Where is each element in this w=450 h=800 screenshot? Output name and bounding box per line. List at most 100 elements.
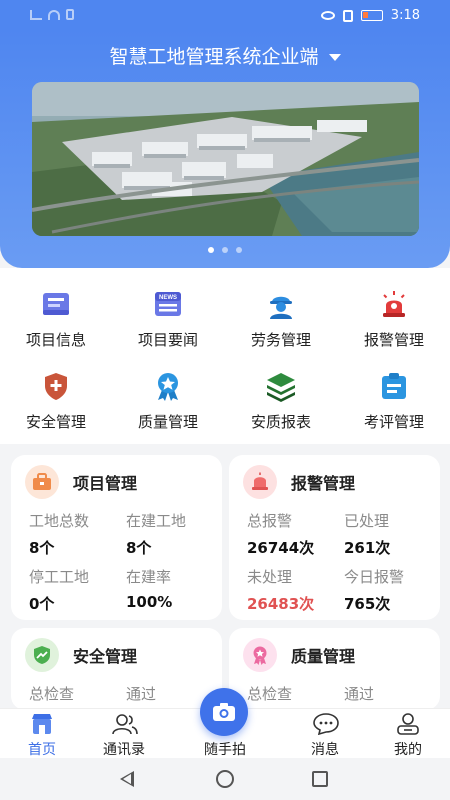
status-bar: 3:18 (0, 0, 450, 30)
sim-icon (66, 9, 74, 20)
stat-label: 通过 (126, 685, 157, 703)
award-icon (243, 638, 277, 672)
quality-management-card[interactable]: 质量管理 总检查 通过 (229, 628, 440, 710)
news-icon: NEWS (152, 288, 184, 320)
stat-active-rate: 在建率 100% (126, 566, 172, 611)
stat-label: 停工工地 (29, 568, 90, 586)
system-navigation-bar (0, 758, 450, 800)
stat-label: 总检查 (247, 685, 293, 703)
stat-stopped-sites: 停工工地 0个 (29, 566, 89, 614)
menu-label: 安质报表 (250, 413, 311, 431)
stat-total-checks: 总检查 (29, 683, 74, 704)
card-header: 质量管理 (243, 638, 355, 672)
stat-handled-alarms: 已处理 261次 (344, 510, 390, 558)
user-profile-icon (396, 713, 420, 735)
menu-item-labor[interactable]: 劳务管理 (225, 288, 337, 350)
banner-carousel[interactable] (32, 82, 419, 236)
menu-label: 安全管理 (25, 413, 86, 431)
safety-shield-icon (40, 370, 72, 402)
status-time: 3:18 (390, 8, 420, 23)
home-store-icon (30, 713, 54, 735)
stat-label: 在建率 (126, 568, 172, 586)
stat-total-alarms: 总报警 26744次 (247, 510, 314, 558)
safety-management-card[interactable]: 安全管理 总检查 通过 (11, 628, 222, 710)
menu-label: 项目要闻 (137, 331, 198, 349)
menu-item-evaluation[interactable]: 考评管理 (338, 370, 450, 432)
project-management-card[interactable]: 项目管理 工地总数 8个 在建工地 8个 停工工地 0个 在建率 100% (11, 455, 222, 620)
tab-contacts[interactable]: 通讯录 (84, 713, 164, 759)
menu-label: 劳务管理 (250, 331, 311, 349)
alarm-icon (378, 288, 410, 320)
stat-passed: 通过 (344, 683, 374, 704)
carousel-dot[interactable] (222, 247, 228, 253)
tab-label: 消息 (311, 742, 339, 758)
construction-site-aerial-image (32, 82, 419, 236)
carousel-indicator (0, 247, 450, 253)
quality-medal-icon (152, 370, 184, 402)
stat-active-sites: 在建工地 8个 (126, 510, 186, 558)
stat-label: 工地总数 (29, 512, 90, 530)
vibrate-icon (342, 9, 353, 22)
contacts-icon (112, 713, 138, 735)
card-header: 安全管理 (25, 638, 137, 672)
card-title: 质量管理 (291, 647, 356, 666)
stat-label: 通过 (344, 685, 375, 703)
menu-label: 考评管理 (363, 413, 424, 431)
briefcase-icon (25, 465, 59, 499)
signal-icon (30, 9, 42, 20)
tab-label: 首页 (28, 742, 56, 758)
worker-icon (265, 288, 297, 320)
tab-quick-photo-label[interactable]: 随手拍 (184, 739, 266, 759)
menu-item-project-news[interactable]: NEWS 项目要闻 (112, 288, 224, 350)
stat-label: 总检查 (29, 685, 75, 703)
stat-today-alarms: 今日报警 765次 (344, 566, 404, 614)
quick-photo-button[interactable] (200, 688, 248, 736)
menu-label: 项目信息 (25, 331, 86, 349)
stat-value: 26483次 (247, 595, 315, 613)
carousel-dot[interactable] (208, 247, 214, 253)
stat-label: 未处理 (247, 568, 293, 586)
page-title: 智慧工地管理系统企业端 (109, 46, 319, 68)
card-title: 报警管理 (291, 474, 356, 493)
card-header: 报警管理 (243, 465, 355, 499)
wifi-icon (48, 9, 60, 20)
stat-value: 8个 (29, 539, 55, 557)
stat-total-checks: 总检查 (247, 683, 292, 704)
svg-text:NEWS: NEWS (159, 295, 177, 301)
menu-item-safety[interactable]: 安全管理 (0, 370, 112, 432)
card-header: 项目管理 (25, 465, 137, 499)
stat-label: 已处理 (344, 512, 390, 530)
card-title: 安全管理 (73, 647, 138, 666)
menu-item-safety-quality-report[interactable]: 安质报表 (225, 370, 337, 432)
menu-item-quality[interactable]: 质量管理 (112, 370, 224, 432)
tab-label: 通讯录 (103, 742, 145, 758)
org-switcher[interactable]: 智慧工地管理系统企业端 (0, 42, 450, 69)
evaluation-icon (378, 370, 410, 402)
stat-value: 26744次 (247, 539, 315, 557)
carousel-dot[interactable] (236, 247, 242, 253)
stat-passed: 通过 (126, 683, 156, 704)
stat-label: 总报警 (247, 512, 293, 530)
recent-apps-icon[interactable] (312, 771, 328, 787)
chat-bubble-icon (313, 713, 339, 736)
stat-value: 261次 (344, 539, 391, 557)
stat-value: 0个 (29, 595, 55, 613)
project-info-icon (40, 288, 72, 320)
tab-home[interactable]: 首页 (2, 713, 82, 759)
home-circle-icon[interactable] (216, 770, 234, 788)
menu-item-alarm[interactable]: 报警管理 (338, 288, 450, 350)
tab-label: 我的 (394, 742, 422, 758)
stat-value: 100% (126, 593, 173, 611)
bell-alarm-icon (243, 465, 277, 499)
menu-item-project-info[interactable]: 项目信息 (0, 288, 112, 350)
tab-mine[interactable]: 我的 (368, 713, 448, 759)
back-icon[interactable] (120, 771, 134, 787)
stat-label: 在建工地 (126, 512, 187, 530)
battery-icon (360, 10, 383, 21)
stat-value: 8个 (126, 539, 152, 557)
alarm-management-card[interactable]: 报警管理 总报警 26744次 已处理 261次 未处理 26483次 今日报警… (229, 455, 440, 620)
stat-label: 今日报警 (344, 568, 405, 586)
status-right: 3:18 (320, 8, 420, 23)
menu-label: 报警管理 (363, 331, 424, 349)
tab-messages[interactable]: 消息 (285, 713, 365, 759)
